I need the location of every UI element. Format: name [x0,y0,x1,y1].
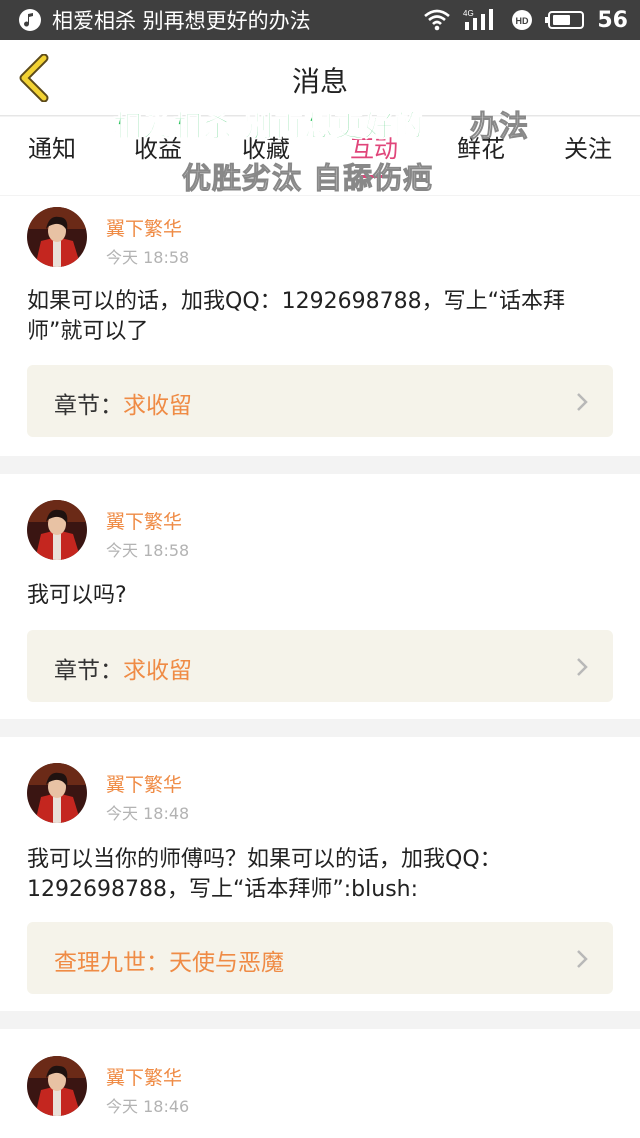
signal-4g-icon: 4G [463,9,494,30]
message-content: 我可以当你的师傅吗？如果可以的话，加我QQ：1292698788，写上“话本拜师… [27,847,502,902]
username[interactable]: 翼下繁华 [106,1063,182,1090]
tab-notifications[interactable]: 通知 [28,129,76,164]
tab-following[interactable]: 关注 [564,129,612,164]
status-bar-title: 相爱相杀 别再想更好的办法 [52,9,311,33]
chapter-text: 章节：求收留 [54,386,192,420]
wifi-icon [424,9,451,31]
chapter-text: 查理九世：天使与恶魔 [54,943,284,977]
hd-label: HD [516,16,529,26]
chapter-label: 章节： [54,393,123,419]
username[interactable]: 翼下繁华 [106,214,182,241]
avatar[interactable] [27,1056,87,1116]
timestamp: 今天 18:58 [106,248,190,267]
message-content: 我可以吗? [27,583,127,608]
username[interactable]: 翼下繁华 [106,507,182,534]
message-card: 翼下繁华 今天 18:46 [0,1029,640,1138]
chapter-link[interactable]: 章节：求收留 [27,365,613,437]
chapter-link[interactable]: 章节：求收留 [27,630,613,702]
chapter-link[interactable]: 查理九世：天使与恶魔 [27,922,613,994]
avatar[interactable] [27,207,87,267]
timestamp: 今天 18:58 [106,541,190,560]
lyric-line-1-unsung: 办法 [469,109,529,144]
lyric-line-2: 优胜劣汰 自舔伤疤 [181,161,434,196]
message-content: 如果可以的话，加我QQ：1292698788，写上“话本拜师”就可以了 [27,289,566,344]
chapter-label: 章节： [54,658,123,684]
music-note-icon [19,9,41,31]
timestamp: 今天 18:46 [106,1097,190,1116]
chevron-right-icon [577,950,588,968]
chevron-right-icon [577,393,588,411]
chapter-value: 求收留 [123,393,192,419]
message-card: 翼下繁华 今天 18:58 如果可以的话，加我QQ：1292698788，写上“… [0,196,640,456]
chevron-right-icon [577,658,588,676]
chapter-label: 查理九世： [54,950,169,976]
hd-icon: HD [512,10,533,30]
message-card: 翼下繁华 今天 18:48 我可以当你的师傅吗？如果可以的话，加我QQ：1292… [0,737,640,1011]
status-bar: 相爱相杀 别再想更好的办法 4G HD 56 [0,0,640,40]
message-card: 翼下繁华 今天 18:58 我可以吗? 章节：求收留 [0,474,640,719]
chapter-text: 章节：求收留 [54,651,192,685]
timestamp: 今天 18:48 [106,804,190,823]
status-bar-time: 56 [597,7,628,33]
lyric-line-1-sung: 相爱相杀 别再想更好的 [112,109,425,144]
avatar[interactable] [27,500,87,560]
page-title: 消息 [291,65,348,98]
avatar[interactable] [27,763,87,823]
chapter-value: 天使与恶魔 [169,950,284,976]
username[interactable]: 翼下繁华 [106,770,182,797]
network-type-label: 4G [463,9,474,18]
battery-icon [545,11,585,29]
chapter-value: 求收留 [123,658,192,684]
